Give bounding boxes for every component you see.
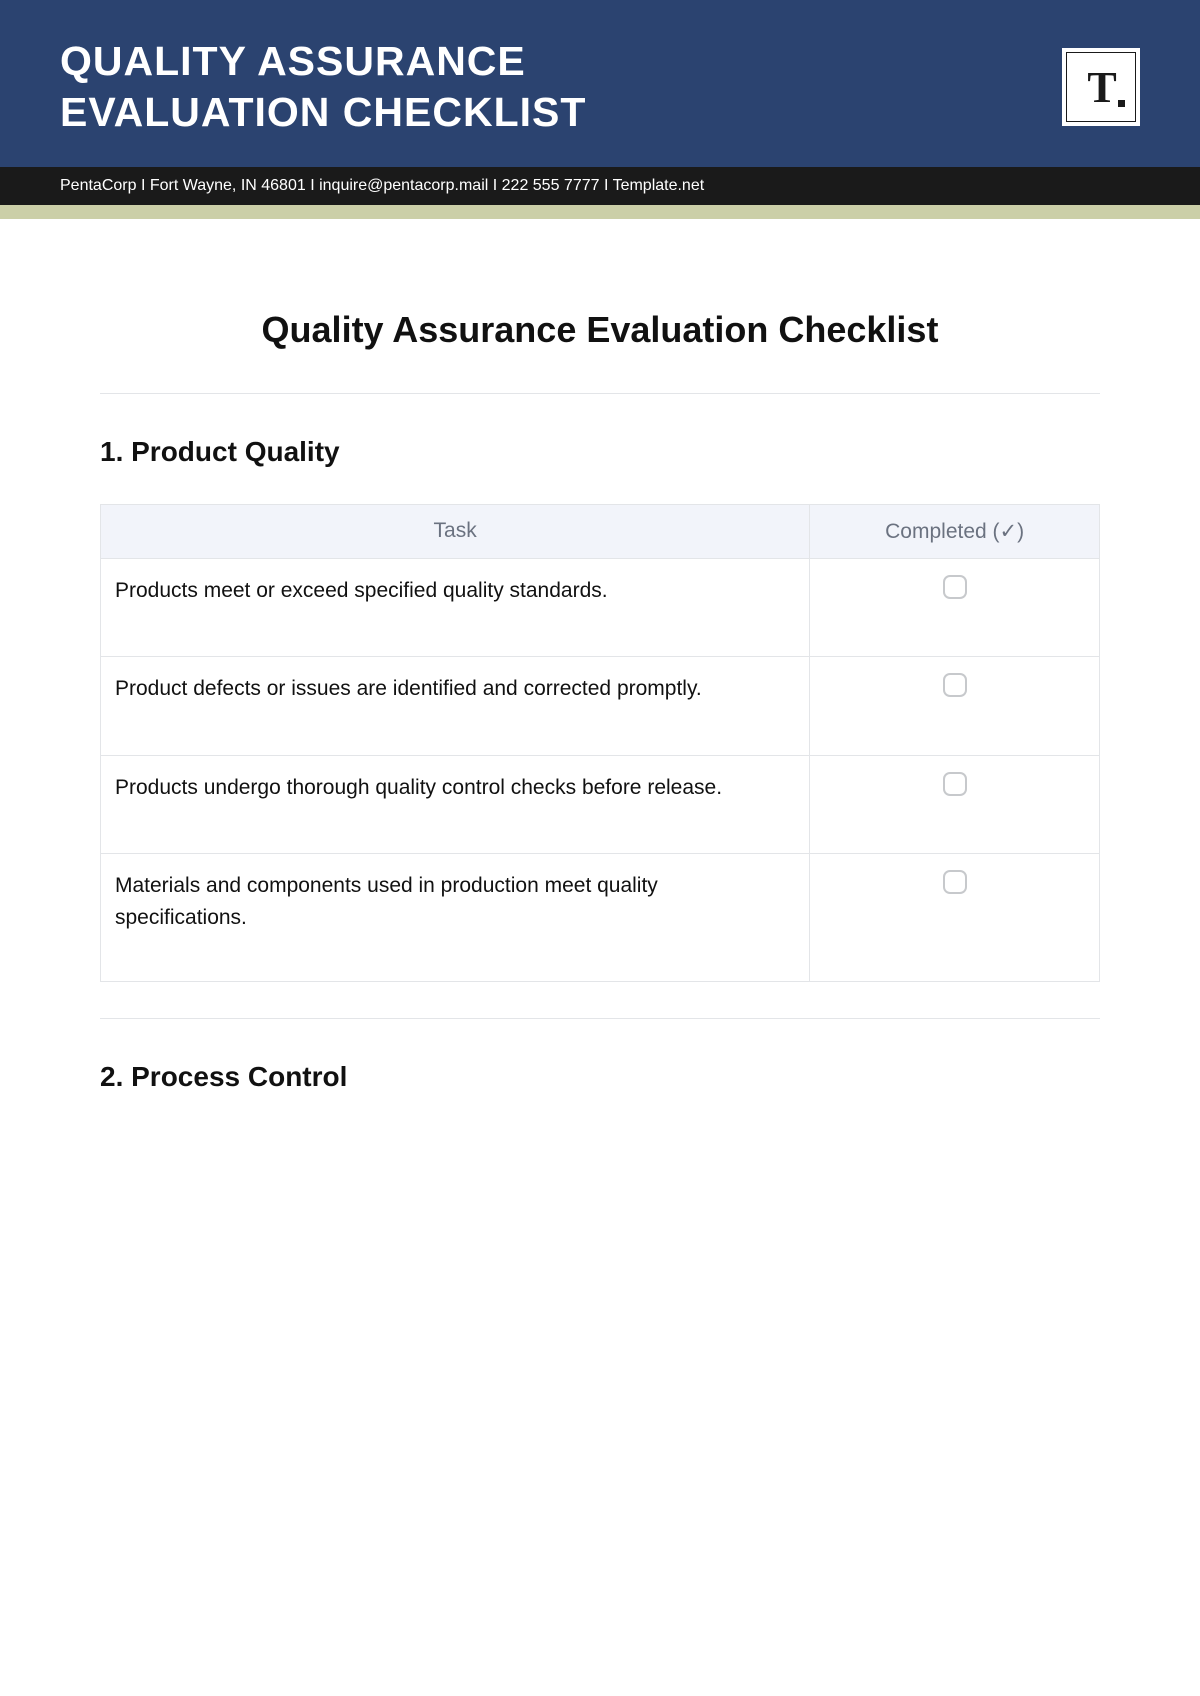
table-row: Product defects or issues are identified…: [101, 657, 1100, 756]
page-title: Quality Assurance Evaluation Checklist: [100, 309, 1100, 351]
logo: T: [1062, 48, 1140, 126]
document-header: QUALITY ASSURANCE EVALUATION CHECKLIST T: [0, 6, 1200, 167]
column-header-completed: Completed (✓): [810, 504, 1100, 558]
table-header-row: Task Completed (✓): [101, 504, 1100, 558]
info-bar-text: PentaCorp I Fort Wayne, IN 46801 I inqui…: [60, 177, 704, 194]
header-title-line1: QUALITY ASSURANCE: [60, 38, 526, 84]
task-cell: Product defects or issues are identified…: [101, 657, 810, 756]
section-heading-1: 1. Product Quality: [100, 436, 1100, 468]
content-area: Quality Assurance Evaluation Checklist 1…: [0, 219, 1200, 1094]
task-cell: Products undergo thorough quality contro…: [101, 755, 810, 854]
info-bar: PentaCorp I Fort Wayne, IN 46801 I inqui…: [0, 167, 1200, 205]
checkbox-icon[interactable]: [943, 870, 967, 894]
logo-inner: T: [1066, 52, 1136, 122]
checkbox-icon[interactable]: [943, 575, 967, 599]
table-row: Products meet or exceed specified qualit…: [101, 558, 1100, 657]
completed-cell: [810, 657, 1100, 756]
section-heading-2: 2. Process Control: [100, 1061, 1100, 1093]
completed-cell: [810, 755, 1100, 854]
task-cell: Products meet or exceed specified qualit…: [101, 558, 810, 657]
completed-cell: [810, 854, 1100, 982]
divider: [100, 1018, 1100, 1019]
logo-dot-icon: [1118, 100, 1125, 107]
logo-letter: T: [1087, 62, 1114, 113]
completed-cell: [810, 558, 1100, 657]
checklist-table-1: Task Completed (✓) Products meet or exce…: [100, 504, 1100, 983]
header-title: QUALITY ASSURANCE EVALUATION CHECKLIST: [60, 36, 586, 139]
table-row: Products undergo thorough quality contro…: [101, 755, 1100, 854]
task-cell: Materials and components used in product…: [101, 854, 810, 982]
table-row: Materials and components used in product…: [101, 854, 1100, 982]
divider: [100, 393, 1100, 394]
accent-bar: [0, 205, 1200, 219]
column-header-task: Task: [101, 504, 810, 558]
checkbox-icon[interactable]: [943, 673, 967, 697]
header-title-line2: EVALUATION CHECKLIST: [60, 89, 586, 135]
checkbox-icon[interactable]: [943, 772, 967, 796]
